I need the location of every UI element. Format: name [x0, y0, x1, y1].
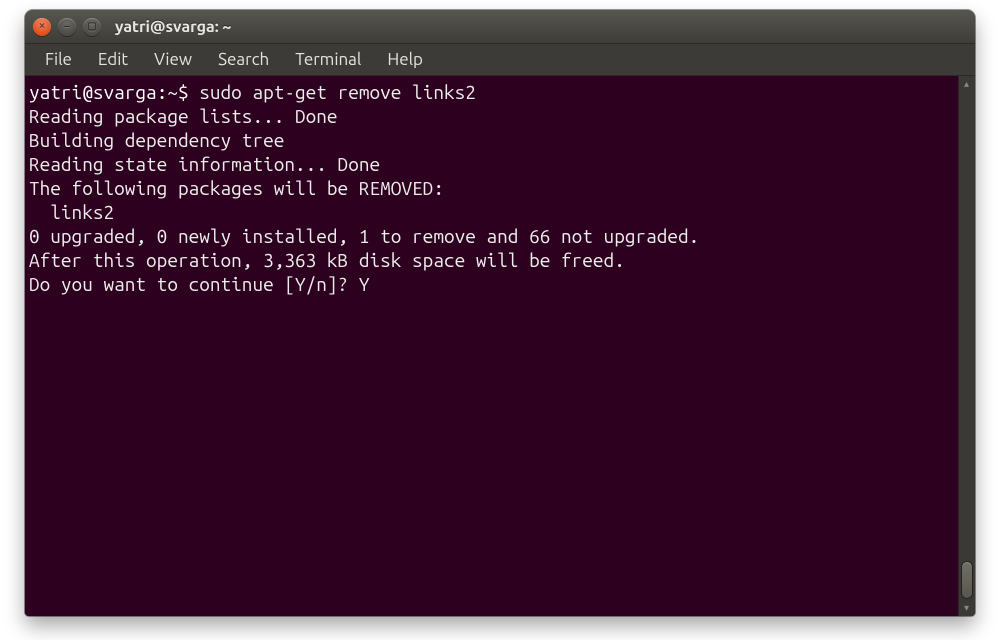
- output-line: 0 upgraded, 0 newly installed, 1 to remo…: [29, 225, 699, 247]
- scroll-thumb[interactable]: [962, 562, 972, 598]
- terminal-viewport[interactable]: yatri@svarga:~$ sudo apt-get remove link…: [25, 76, 958, 616]
- prompt-sep: :: [157, 81, 168, 103]
- scrollbar[interactable]: ▴ ▾: [958, 76, 975, 616]
- prompt-userhost: yatri@svarga: [29, 81, 157, 103]
- scroll-down-icon[interactable]: ▾: [961, 602, 973, 614]
- maximize-button[interactable]: ▢: [83, 18, 101, 36]
- terminal-area-wrap: yatri@svarga:~$ sudo apt-get remove link…: [25, 76, 975, 616]
- prompt-path: ~: [167, 81, 178, 103]
- output-line: Reading package lists... Done: [29, 105, 338, 127]
- scroll-up-icon[interactable]: ▴: [961, 78, 973, 90]
- menu-file[interactable]: File: [33, 46, 84, 73]
- titlebar[interactable]: × – ▢ yatri@svarga: ~: [25, 10, 975, 44]
- menu-edit[interactable]: Edit: [86, 46, 140, 73]
- minimize-button[interactable]: –: [58, 18, 76, 36]
- close-button[interactable]: ×: [33, 18, 51, 36]
- output-line: After this operation, 3,363 kB disk spac…: [29, 249, 625, 271]
- menu-help[interactable]: Help: [375, 46, 435, 73]
- output-line: Building dependency tree: [29, 129, 284, 151]
- typed-command: sudo apt-get remove links2: [199, 81, 476, 103]
- prompt-symbol: $: [178, 81, 189, 103]
- menu-terminal[interactable]: Terminal: [283, 46, 373, 73]
- window-title: yatri@svarga: ~: [115, 18, 231, 36]
- minimize-icon: –: [64, 22, 70, 32]
- terminal-window: × – ▢ yatri@svarga: ~ File Edit View Sea…: [25, 10, 975, 616]
- window-buttons: × – ▢: [33, 18, 101, 36]
- close-icon: ×: [39, 22, 45, 32]
- output-line: The following packages will be REMOVED:: [29, 177, 444, 199]
- output-line: Reading state information... Done: [29, 153, 380, 175]
- output-line: links2: [29, 201, 114, 223]
- maximize-icon: ▢: [87, 22, 96, 32]
- menu-view[interactable]: View: [142, 46, 204, 73]
- menu-search[interactable]: Search: [206, 46, 281, 73]
- menubar: File Edit View Search Terminal Help: [25, 44, 975, 76]
- output-line: Do you want to continue [Y/n]? Y: [29, 273, 369, 295]
